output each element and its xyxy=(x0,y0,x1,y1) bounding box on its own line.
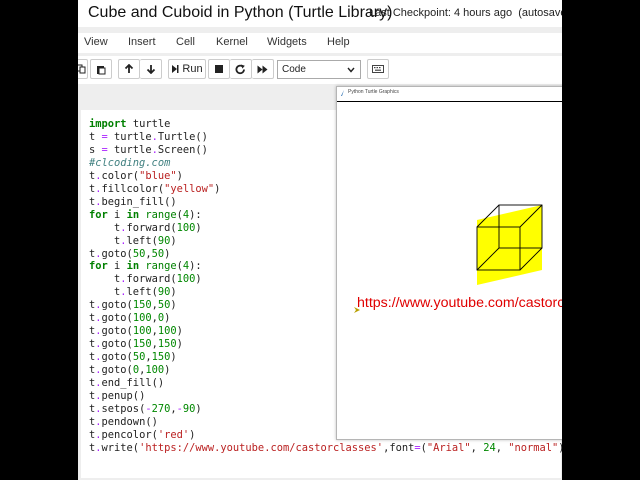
stop-icon xyxy=(215,65,223,73)
command-palette-button[interactable] xyxy=(367,59,389,79)
restart-icon xyxy=(235,64,245,74)
feather-icon xyxy=(341,90,344,96)
turtle-drawing: https://www.youtube.com/castorclasses xyxy=(354,204,562,313)
run-button[interactable]: Run xyxy=(168,59,206,79)
cell-type-select[interactable]: Code xyxy=(277,60,361,79)
menu-help[interactable]: Help xyxy=(327,36,350,48)
menu-insert[interactable]: Insert xyxy=(128,36,156,48)
menu-kernel[interactable]: Kernel xyxy=(216,36,248,48)
run-icon xyxy=(172,65,179,73)
cell-type-value: Code xyxy=(282,64,306,75)
notebook-frame: Cube and Cuboid in Python (Turtle Librar… xyxy=(78,0,562,480)
turtle-written-text: https://www.youtube.com/castorclasses xyxy=(357,295,562,311)
copy-icon xyxy=(78,64,85,74)
turtle-window-title: Python Turtle Graphics xyxy=(348,89,399,95)
fast-forward-icon xyxy=(257,65,268,73)
toolbar: Run Code xyxy=(78,56,562,84)
paste-icon xyxy=(97,65,106,74)
menu-view[interactable]: View xyxy=(84,36,108,48)
turtle-canvas: https://www.youtube.com/castorclasses xyxy=(337,102,562,437)
keyboard-icon xyxy=(372,65,384,73)
copy-button[interactable] xyxy=(78,59,88,79)
turtle-window-titlebar[interactable]: Python Turtle Graphics — □ ✕ xyxy=(337,87,562,102)
restart-run-all-button[interactable] xyxy=(252,59,274,79)
menu-cell[interactable]: Cell xyxy=(176,36,195,48)
chevron-down-icon xyxy=(347,67,355,73)
checkpoint-status: Last Checkpoint: 4 hours ago (autosaved) xyxy=(369,7,562,19)
checkpoint-text: Last Checkpoint: 4 hours ago xyxy=(369,7,513,19)
turtle-graphics-window[interactable]: Python Turtle Graphics — □ ✕ https://www… xyxy=(336,86,562,440)
menu-bar: View Insert Cell Kernel Widgets Help xyxy=(78,33,562,53)
move-up-button[interactable] xyxy=(118,59,140,79)
move-up-icon xyxy=(124,64,134,73)
notebook-title[interactable]: Cube and Cuboid in Python (Turtle Librar… xyxy=(88,4,392,22)
move-down-icon xyxy=(146,65,155,74)
interrupt-button[interactable] xyxy=(208,59,230,79)
paste-button[interactable] xyxy=(90,59,112,79)
notebook-header: Cube and Cuboid in Python (Turtle Librar… xyxy=(78,0,562,27)
restart-button[interactable] xyxy=(230,59,252,79)
menu-widgets[interactable]: Widgets xyxy=(267,36,307,48)
run-label: Run xyxy=(182,63,203,75)
move-down-button[interactable] xyxy=(140,59,162,79)
autosave-status: (autosaved) xyxy=(518,7,562,19)
